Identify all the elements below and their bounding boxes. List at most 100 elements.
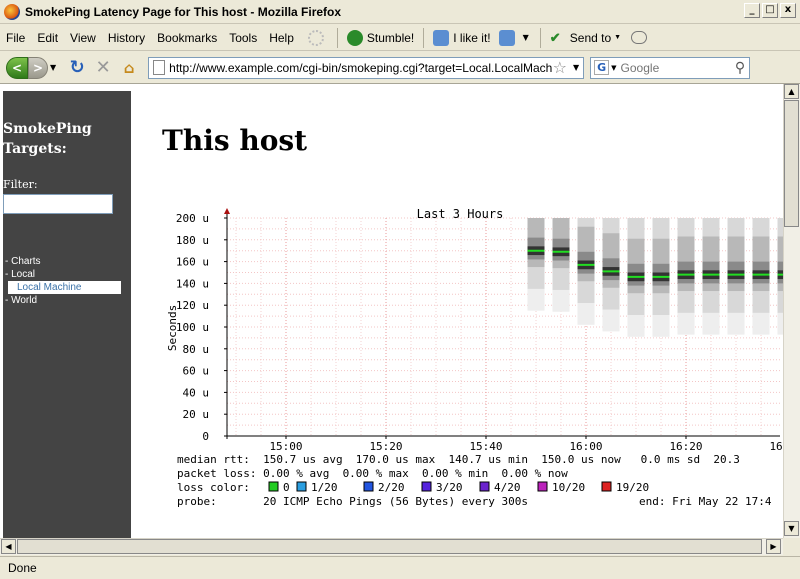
x-tick-label: 15:40 xyxy=(469,440,502,453)
y-tick-label: 20 u xyxy=(183,408,210,421)
y-tick-label: 40 u xyxy=(183,386,210,399)
send-to-dropdown-icon: ▼ xyxy=(614,34,622,41)
sidebar-item-charts[interactable]: - Charts xyxy=(5,256,41,267)
axes xyxy=(224,208,780,439)
stumble-label: Stumble! xyxy=(366,30,415,45)
url-bar[interactable]: http://www.example.com/cgi-bin/smokeping… xyxy=(148,56,585,79)
sidebar-item-local-machine[interactable]: Local Machine xyxy=(8,281,121,294)
reload-icon: ↻ xyxy=(69,57,85,78)
send-to-button[interactable]: ✔ Send to ▼ xyxy=(546,30,625,46)
home-button[interactable]: ⌂ xyxy=(118,57,140,79)
loss-legend-swatch xyxy=(296,481,307,492)
firefox-icon xyxy=(4,3,20,20)
page-content: SmokePing Targets: Filter: - Charts - Lo… xyxy=(0,84,783,538)
menu-bookmarks[interactable]: Bookmarks xyxy=(151,31,223,45)
dislike-button[interactable] xyxy=(495,29,523,46)
latency-graph: Last 3 Hours Seconds 020 u40 u60 u80 u10… xyxy=(166,207,783,508)
scroll-right-icon[interactable]: ▶ xyxy=(766,539,781,554)
sidebar-item-world[interactable]: - World xyxy=(5,295,37,306)
home-icon: ⌂ xyxy=(123,58,135,77)
x-tick-label: 16:20 xyxy=(669,440,702,453)
y-tick-label: 100 u xyxy=(176,321,209,334)
thumbs-down-icon xyxy=(498,29,515,46)
navigation-bar: < > ▼ ↻ ✕ ⌂ http://www.example.com/cgi-b… xyxy=(0,52,800,84)
status-bar: Done xyxy=(0,556,800,579)
forward-arrow-icon: > xyxy=(32,60,44,75)
maximize-button[interactable]: □ xyxy=(762,3,778,18)
loss-legend: 0 1/20 2/20 3/20 4/20 10/20 19/20 xyxy=(268,481,649,494)
horizontal-scroll-thumb[interactable] xyxy=(17,539,762,554)
back-arrow-icon: < xyxy=(11,60,23,75)
filter-input[interactable] xyxy=(3,194,113,214)
menu-tools[interactable]: Tools xyxy=(223,31,263,45)
y-axis-arrow xyxy=(224,208,230,214)
loss-legend-swatch xyxy=(479,481,490,492)
menu-history[interactable]: History xyxy=(102,31,151,45)
chart-title: Last 3 Hours xyxy=(417,207,504,221)
close-button[interactable]: x xyxy=(780,3,796,18)
vertical-scrollbar[interactable]: ▲ ▼ xyxy=(783,84,800,538)
reload-button[interactable]: ↻ xyxy=(66,57,88,79)
y-tick-labels: 0 20 u 40 u 60 u 80 u 100 u 120 u 140 u 160 u 180… xyxy=(176,212,209,443)
sidebar-title: SmokePing Targets: xyxy=(3,121,92,157)
loss-legend-label: 0 xyxy=(283,481,290,494)
stumble-button[interactable]: Stumble! xyxy=(343,29,418,46)
like-button[interactable]: I like it! xyxy=(429,29,494,46)
bookmark-star-icon[interactable]: ☆ xyxy=(553,58,567,77)
stop-icon: ✕ xyxy=(95,57,111,78)
y-tick-label: 200 u xyxy=(176,212,209,225)
search-box: G ▼ ⚲ xyxy=(590,56,751,79)
scroll-down-icon[interactable]: ▼ xyxy=(784,521,799,536)
y-tick-label: 160 u xyxy=(176,256,209,269)
sidebar-item-local[interactable]: - Local xyxy=(5,269,35,280)
loss-legend-label: 1/20 xyxy=(311,481,338,494)
send-to-label: Send to xyxy=(569,30,612,45)
y-tick-label: 180 u xyxy=(176,234,209,247)
y-tick-label: 140 u xyxy=(176,277,209,290)
google-icon[interactable]: G xyxy=(594,60,610,75)
forward-button[interactable]: > xyxy=(28,56,48,79)
url-text: http://www.example.com/cgi-bin/smokeping… xyxy=(169,60,553,75)
send-check-icon: ✔ xyxy=(549,29,561,45)
stop-button[interactable]: ✕ xyxy=(92,57,114,79)
x-tick-label: 15:20 xyxy=(369,440,402,453)
url-dropdown-icon[interactable]: ▼ xyxy=(573,63,579,72)
back-button[interactable]: < xyxy=(6,56,28,79)
loss-legend-swatch xyxy=(537,481,548,492)
menu-edit[interactable]: Edit xyxy=(31,31,64,45)
x-tick-label: 16:40 xyxy=(769,440,783,453)
minimize-button[interactable]: _ xyxy=(744,3,760,18)
throbber-icon xyxy=(307,29,324,46)
loss-legend-swatch xyxy=(268,481,279,492)
toolbar-separator xyxy=(336,27,338,48)
loss-legend-label: 3/20 xyxy=(436,481,463,494)
x-tick-labels: 15:0015:2015:4016:0016:2016:4017:0017:20 xyxy=(269,440,783,453)
loss-color-label: loss color: xyxy=(177,481,250,494)
loss-legend-label: 19/20 xyxy=(616,481,649,494)
toolbar-separator xyxy=(539,27,541,48)
magnifier-icon[interactable]: ⚲ xyxy=(735,60,745,76)
menu-view[interactable]: View xyxy=(64,31,102,45)
comment-bubble-icon[interactable] xyxy=(631,31,648,44)
history-dropdown-icon[interactable]: ▼ xyxy=(50,63,56,72)
stumbleupon-icon xyxy=(346,29,363,46)
horizontal-scrollbar[interactable]: ◀ ▶ xyxy=(0,538,783,555)
filter-label: Filter: xyxy=(3,178,38,191)
y-tick-label: 60 u xyxy=(183,365,210,378)
stats-median-rtt: median rtt: 150.7 us avg 170.0 us max 14… xyxy=(177,453,740,466)
menu-help[interactable]: Help xyxy=(263,31,300,45)
y-tick-label: 80 u xyxy=(183,343,210,356)
sidebar: SmokePing Targets: Filter: - Charts - Lo… xyxy=(3,91,131,538)
menu-file[interactable]: File xyxy=(0,31,31,45)
scroll-left-icon[interactable]: ◀ xyxy=(1,539,16,554)
y-tick-label: 0 xyxy=(202,430,209,443)
smoke-bands xyxy=(527,218,783,337)
scroll-up-icon[interactable]: ▲ xyxy=(784,84,799,99)
dislike-dropdown-icon[interactable]: ▼ xyxy=(523,33,529,42)
loss-legend-swatch xyxy=(363,481,374,492)
vertical-scroll-thumb[interactable] xyxy=(784,100,799,227)
menu-bar: File Edit View History Bookmarks Tools H… xyxy=(0,25,800,51)
search-input[interactable] xyxy=(620,60,735,75)
search-engine-dropdown-icon[interactable]: ▼ xyxy=(611,64,616,72)
title-bar: SmokePing Latency Page for This host - M… xyxy=(0,0,800,24)
